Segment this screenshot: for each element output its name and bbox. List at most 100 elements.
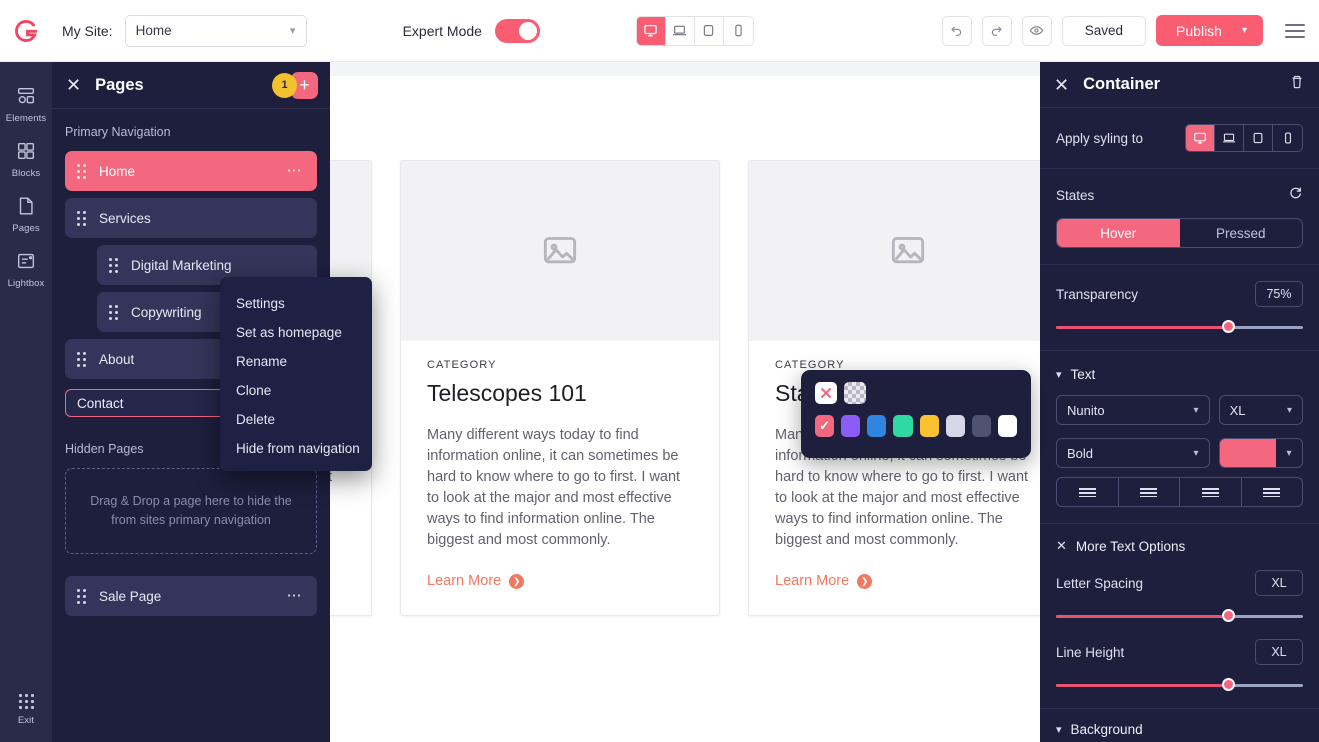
close-icon[interactable]: ✕ xyxy=(1056,538,1067,554)
font-color-swatch[interactable] xyxy=(1219,439,1276,467)
color-swatch-yellow[interactable] xyxy=(919,415,939,437)
text-section-header[interactable]: ▾ Text xyxy=(1056,367,1303,382)
drag-handle-icon[interactable] xyxy=(77,163,86,179)
line-height-value[interactable]: XL xyxy=(1255,639,1303,665)
color-swatch-teal[interactable] xyxy=(893,415,913,437)
card-image-placeholder[interactable] xyxy=(749,161,1040,341)
transparent-swatch[interactable] xyxy=(844,382,866,404)
page-row-sale-page[interactable]: Sale Page ⋯ xyxy=(65,576,317,616)
sidebar-item-exit[interactable]: Exit xyxy=(0,685,52,742)
apply-device-tablet-button[interactable] xyxy=(1244,125,1273,151)
device-mobile-button[interactable] xyxy=(723,16,753,45)
card-text[interactable]: Many different ways today to find inform… xyxy=(427,425,693,551)
context-menu-item-rename[interactable]: Rename xyxy=(220,347,372,376)
sidebar-item-pages[interactable]: Pages xyxy=(0,186,52,241)
delete-container-button[interactable] xyxy=(1289,74,1305,95)
color-swatch-white[interactable] xyxy=(997,415,1017,437)
color-swatch-pink[interactable]: ✓ xyxy=(815,415,835,437)
chevron-down-icon: ▾ xyxy=(1193,447,1199,459)
state-pressed-button[interactable]: Pressed xyxy=(1180,219,1303,247)
context-menu-item-set-as-homepage[interactable]: Set as homepage xyxy=(220,318,372,347)
font-color-select[interactable]: ▾ xyxy=(1218,438,1303,468)
close-icon[interactable]: ✕ xyxy=(1054,76,1069,94)
device-tablet-button[interactable] xyxy=(694,16,724,45)
card-learn-more-link[interactable]: Learn More ❯ xyxy=(427,573,693,589)
slider-thumb[interactable] xyxy=(1221,678,1235,691)
color-swatch-blue[interactable] xyxy=(867,415,887,437)
drag-handle-icon[interactable] xyxy=(109,304,118,320)
align-center-button[interactable] xyxy=(1119,478,1180,506)
pages-count-badge[interactable]: 1 xyxy=(272,72,297,98)
no-color-icon xyxy=(821,388,831,398)
apply-styling-row: Apply syling to xyxy=(1056,124,1303,152)
brand-logo[interactable] xyxy=(0,0,52,62)
color-swatch-dark-slate[interactable] xyxy=(971,415,991,437)
device-desktop-button[interactable] xyxy=(636,16,666,45)
transparency-slider[interactable] xyxy=(1056,320,1303,334)
site-page-select[interactable]: Home ▾ xyxy=(124,14,307,47)
close-icon[interactable]: ✕ xyxy=(66,76,81,94)
align-left-button[interactable] xyxy=(1057,478,1119,506)
drag-handle-icon[interactable] xyxy=(77,588,86,604)
apply-device-desktop-button[interactable] xyxy=(1186,125,1215,151)
background-section-header[interactable]: ▾ Background xyxy=(1056,722,1303,737)
align-center-icon xyxy=(1140,487,1158,497)
context-menu-item-settings[interactable]: Settings xyxy=(220,289,372,318)
page-row-services[interactable]: Services xyxy=(65,198,317,238)
page-options-button[interactable]: ⋯ xyxy=(287,163,304,178)
align-justify-button[interactable] xyxy=(1242,478,1303,506)
hamburger-icon-bar xyxy=(1285,35,1305,38)
redo-button[interactable] xyxy=(981,15,1012,46)
sidebar-item-blocks[interactable]: Blocks xyxy=(0,131,52,186)
publish-button[interactable]: Publish ▾ xyxy=(1156,15,1263,46)
page-row-home[interactable]: Home ⋯ xyxy=(65,151,317,191)
sidebar-item-lightbox[interactable]: Lightbox xyxy=(0,241,52,296)
color-swatch-purple[interactable] xyxy=(841,415,861,437)
context-menu-item-clone[interactable]: Clone xyxy=(220,376,372,405)
letter-spacing-value[interactable]: XL xyxy=(1255,570,1303,596)
card-image-placeholder[interactable] xyxy=(401,161,719,341)
hidden-pages-dropzone[interactable]: Drag & Drop a page here to hide the from… xyxy=(65,468,317,554)
background-section[interactable]: ▾ Background xyxy=(1040,709,1319,742)
slider-thumb[interactable] xyxy=(1221,609,1235,622)
saved-button[interactable]: Saved xyxy=(1061,15,1147,46)
sidebar-item-elements[interactable]: Elements xyxy=(0,76,52,131)
chevron-down-icon[interactable]: ▾ xyxy=(1242,25,1247,36)
font-weight-select[interactable]: Bold ▾ xyxy=(1056,438,1210,468)
color-picker-special-row xyxy=(815,382,1017,404)
color-swatch-light-gray[interactable] xyxy=(945,415,965,437)
content-card[interactable]: CATEGORY Telescopes 101 Many different w… xyxy=(400,160,720,616)
context-menu-item-delete[interactable]: Delete xyxy=(220,405,372,434)
reset-states-button[interactable] xyxy=(1288,185,1303,205)
transparency-value[interactable]: 75% xyxy=(1255,281,1303,307)
align-right-button[interactable] xyxy=(1180,478,1242,506)
apply-device-mobile-button[interactable] xyxy=(1273,125,1302,151)
context-menu-item-hide-from-navigation[interactable]: Hide from navigation xyxy=(220,434,372,463)
preview-button[interactable] xyxy=(1021,15,1052,46)
letter-spacing-slider[interactable] xyxy=(1056,609,1303,623)
device-laptop-button[interactable] xyxy=(665,16,695,45)
image-placeholder-icon xyxy=(543,237,577,264)
expert-mode-toggle[interactable] xyxy=(494,18,540,43)
font-family-select[interactable]: Nunito ▾ xyxy=(1056,395,1210,425)
drag-handle-icon[interactable] xyxy=(77,351,86,367)
container-properties-panel: ✕ Container Apply syling to States Hover… xyxy=(1040,62,1319,742)
card-title[interactable]: Telescopes 101 xyxy=(427,380,693,407)
font-row: Nunito ▾ XL ▾ xyxy=(1056,395,1303,425)
drag-handle-icon[interactable] xyxy=(109,257,118,273)
primary-navigation-label: Primary Navigation xyxy=(65,125,171,139)
more-text-options-header[interactable]: ✕ More Text Options xyxy=(1056,538,1303,554)
undo-button[interactable] xyxy=(941,15,972,46)
page-options-button[interactable]: ⋯ xyxy=(287,588,304,603)
card-learn-more-label: Learn More xyxy=(427,573,502,589)
main-menu-button[interactable] xyxy=(1285,23,1305,38)
no-color-swatch[interactable] xyxy=(815,382,837,404)
font-size-select[interactable]: XL ▾ xyxy=(1218,395,1303,425)
card-learn-more-link[interactable]: Learn More ❯ xyxy=(775,573,1040,589)
apply-device-laptop-button[interactable] xyxy=(1215,125,1244,151)
laptop-icon xyxy=(673,25,687,36)
drag-handle-icon[interactable] xyxy=(77,210,86,226)
line-height-slider[interactable] xyxy=(1056,678,1303,692)
state-hover-button[interactable]: Hover xyxy=(1057,219,1180,247)
slider-thumb[interactable] xyxy=(1221,320,1235,333)
